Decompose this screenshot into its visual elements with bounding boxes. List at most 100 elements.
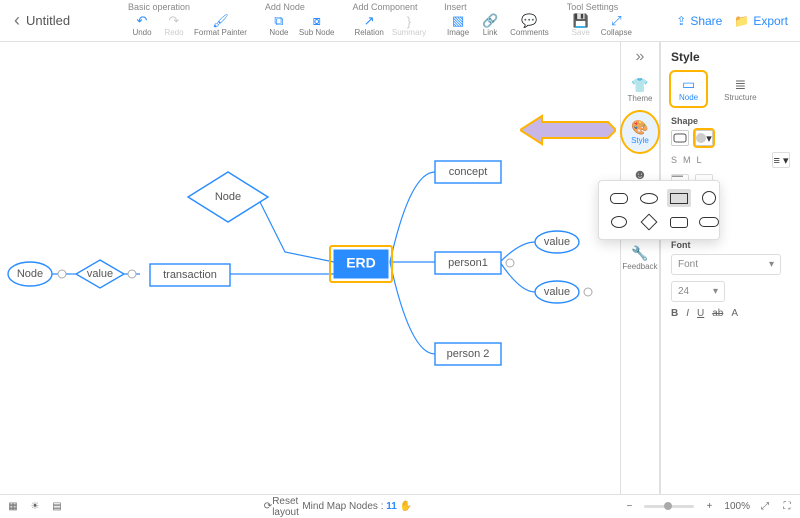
save-icon: 💾 [573, 14, 589, 28]
zoom-slider[interactable] [644, 505, 694, 508]
structure-tab-icon: ≣ [734, 76, 746, 93]
theme-icon: 👕 [631, 78, 649, 94]
rail-style[interactable]: 🎨Style [622, 112, 658, 152]
shape-diamond[interactable] [637, 213, 661, 231]
feedback-icon: 🔧 [631, 246, 649, 262]
image-icon: ▧ [450, 14, 466, 28]
group-basic: Basic operation ↶Undo ↷Redo 🖌Format Pain… [120, 0, 257, 41]
bold-button[interactable]: B [671, 308, 678, 319]
border-style-picker[interactable]: ≡ ▾ [772, 152, 790, 168]
svg-text:person 2: person 2 [447, 348, 490, 360]
shape-label: Shape [671, 116, 790, 126]
doc-title[interactable]: Untitled [26, 13, 70, 28]
group-insert: Insert ▧Image 🔗Link 💬Comments [436, 0, 559, 41]
font-family-select[interactable]: Font▾ [671, 254, 781, 275]
shape-rect[interactable] [667, 189, 691, 207]
svg-text:transaction: transaction [163, 269, 217, 281]
svg-text:value: value [544, 236, 570, 248]
comments-button[interactable]: 💬Comments [508, 14, 551, 37]
style-icon: 🎨 [631, 120, 649, 136]
back-icon[interactable]: ‹ [8, 10, 26, 31]
shape-picker[interactable] [671, 130, 689, 146]
save-button[interactable]: 💾Save [567, 14, 595, 37]
comments-icon: 💬 [521, 14, 537, 28]
shape-oval[interactable] [637, 189, 661, 207]
link-icon: 🔗 [482, 14, 498, 28]
shape-circle[interactable] [697, 189, 721, 207]
subnode-button[interactable]: ⧇Sub Node [297, 14, 337, 37]
chevron-down-icon: ▾ [769, 259, 774, 270]
grid-toggle[interactable]: ▦ [6, 500, 20, 514]
side-rail: » 👕Theme 🎨Style ☻ ↺History 🔧Feedback [620, 42, 660, 494]
chevron-down-icon: ▾ [713, 286, 718, 297]
shape-capsule[interactable] [697, 213, 721, 231]
node-text-node: Node [17, 268, 43, 280]
group-tool-settings: Tool Settings 💾Save ⤢Collapse [559, 0, 642, 41]
rail-feedback[interactable]: 🔧Feedback [622, 238, 658, 278]
tab-structure[interactable]: ≣Structure [716, 72, 764, 106]
node-button[interactable]: ⧉Node [265, 14, 293, 37]
export-icon: 📁 [734, 14, 749, 28]
collapse-button[interactable]: ⤢Collapse [599, 14, 634, 37]
title-area: ‹ Untitled [0, 0, 120, 41]
svg-text:value: value [87, 268, 113, 280]
zoom-in[interactable]: + [702, 500, 716, 514]
summary-icon: } [401, 14, 417, 28]
relation-button[interactable]: ↗Relation [353, 14, 386, 37]
shape-rounded-rect[interactable] [607, 189, 631, 207]
topbar: ‹ Untitled Basic operation ↶Undo ↷Redo 🖌… [0, 0, 800, 42]
redo-icon: ↷ [166, 14, 182, 28]
layers-toggle[interactable]: ▤ [50, 500, 64, 514]
link-button[interactable]: 🔗Link [476, 14, 504, 37]
font-label: Font [671, 240, 790, 250]
fit-icon[interactable]: ⤢ [758, 500, 772, 514]
node-icon: ⧉ [271, 14, 287, 28]
shape-ellipse[interactable] [607, 213, 631, 231]
theme-toggle[interactable]: ☀ [28, 500, 42, 514]
font-size-select[interactable]: 24▾ [671, 281, 725, 302]
tab-node[interactable]: ▭Node [671, 72, 706, 106]
redo-button[interactable]: ↷Redo [160, 14, 188, 37]
format-painter-icon: 🖌 [212, 14, 228, 28]
svg-text:person1: person1 [448, 257, 488, 269]
fullscreen-icon[interactable]: ⛶ [780, 500, 794, 514]
subnode-icon: ⧇ [309, 14, 325, 28]
fontcolor-button[interactable]: A [731, 308, 738, 319]
canvas[interactable]: Node value transaction Node ERD concept … [0, 42, 620, 494]
zoom-out[interactable]: − [622, 500, 636, 514]
pan-icon[interactable]: ✋ [400, 501, 412, 512]
underline-button[interactable]: U [697, 308, 704, 319]
strike-button[interactable]: ab [712, 308, 723, 319]
share-icon: ⇪ [676, 14, 686, 28]
undo-icon: ↶ [134, 14, 150, 28]
italic-button[interactable]: I [686, 308, 689, 319]
style-panel: Style ▭Node ≣Structure Shape ▾ S M L ≡ ▾… [660, 42, 800, 494]
tool-groups: Basic operation ↶Undo ↷Redo 🖌Format Pain… [120, 0, 676, 41]
collapse-icon: ⤢ [608, 14, 624, 28]
export-link[interactable]: 📁Export [734, 14, 788, 28]
rail-theme[interactable]: 👕Theme [622, 70, 658, 110]
panel-tabs: ▭Node ≣Structure [671, 72, 790, 106]
image-button[interactable]: ▧Image [444, 14, 472, 37]
callout-arrow-icon [520, 112, 616, 148]
zoom-value: 100% [724, 501, 750, 512]
statusbar: ▦ ☀ ▤ ⟳ Reset layout Mind Map Nodes : 11… [0, 494, 800, 518]
rail-expand-button[interactable]: » [636, 48, 645, 70]
summary-button[interactable]: }Summary [390, 14, 428, 37]
svg-text:Node: Node [215, 191, 241, 203]
svg-text:concept: concept [449, 166, 488, 178]
diagram-svg: Node value transaction Node ERD concept … [0, 42, 620, 494]
svg-text:value: value [544, 286, 570, 298]
format-painter-button[interactable]: 🖌Format Painter [192, 14, 249, 37]
fill-picker[interactable]: ▾ [695, 130, 713, 146]
undo-button[interactable]: ↶Undo [128, 14, 156, 37]
shape-popover [598, 180, 720, 240]
node-count: Mind Map Nodes : 11 ✋ [302, 501, 412, 512]
shape-hexagon[interactable] [667, 213, 691, 231]
node-tab-icon: ▭ [682, 76, 695, 93]
panel-title: Style [671, 50, 790, 64]
share-link[interactable]: ⇪Share [676, 14, 722, 28]
relation-icon: ↗ [361, 14, 377, 28]
group-add-node: Add Node ⧉Node ⧇Sub Node [257, 0, 345, 41]
reset-layout-button[interactable]: ⟳ Reset layout [274, 500, 288, 514]
